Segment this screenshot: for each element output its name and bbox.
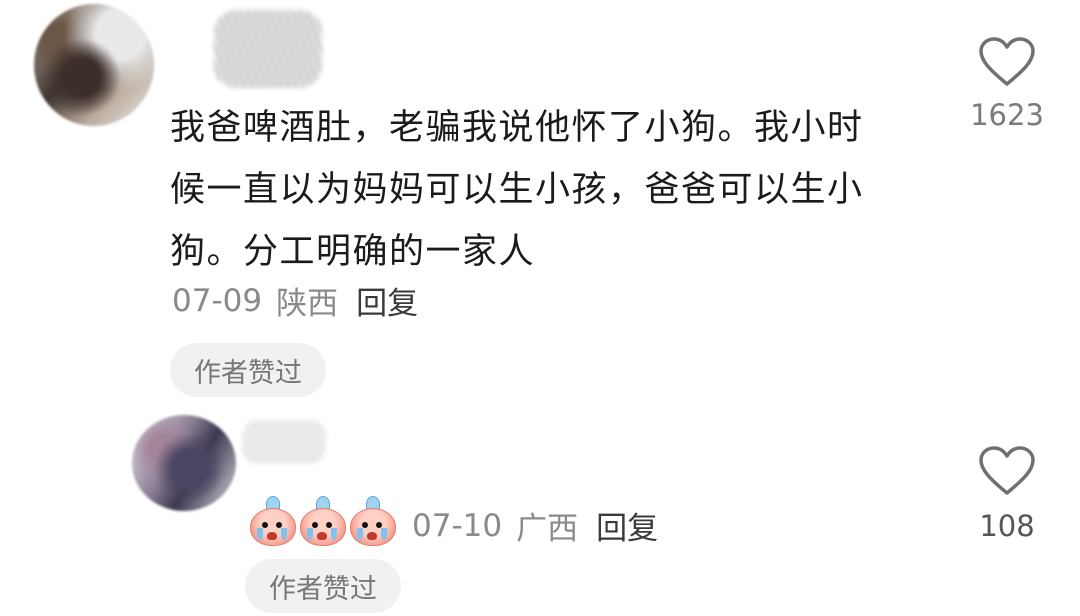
author-liked-badge: 作者赞过 xyxy=(245,559,401,613)
comment-date: 07-09 xyxy=(172,282,263,319)
comment-location: 广西 xyxy=(516,511,579,547)
username-blurred[interactable] xyxy=(214,10,322,88)
comment-emoji-content xyxy=(248,494,396,546)
avatar[interactable] xyxy=(34,4,154,126)
like-count: 1623 xyxy=(970,98,1044,132)
like-count: 108 xyxy=(979,509,1035,543)
author-liked-badge: 作者赞过 xyxy=(170,343,326,397)
comment-date: 07-10 xyxy=(412,507,503,544)
reply-button[interactable]: 回复 xyxy=(596,503,658,548)
username-blurred[interactable] xyxy=(242,420,326,464)
comment-location: 陕西 xyxy=(276,286,339,322)
crying-emoji-icon xyxy=(298,494,346,546)
heart-outline-icon[interactable] xyxy=(978,445,1036,497)
heart-outline-icon[interactable] xyxy=(978,36,1036,88)
crying-emoji-icon xyxy=(248,494,296,546)
comment-meta: 07-09 陕西 回复 xyxy=(172,278,418,323)
like-button[interactable]: 108 xyxy=(968,445,1046,543)
like-button[interactable]: 1623 xyxy=(968,36,1046,132)
crying-emoji-icon xyxy=(348,494,396,546)
reply-button[interactable]: 回复 xyxy=(356,278,418,323)
comment-text: 我爸啤酒肚，老骗我说他怀了小狗。我小时候一直以为妈妈可以生小孩，爸爸可以生小狗。… xyxy=(170,108,864,272)
comment-meta: 07-10 广西 回复 xyxy=(412,503,658,548)
avatar[interactable] xyxy=(132,415,236,511)
